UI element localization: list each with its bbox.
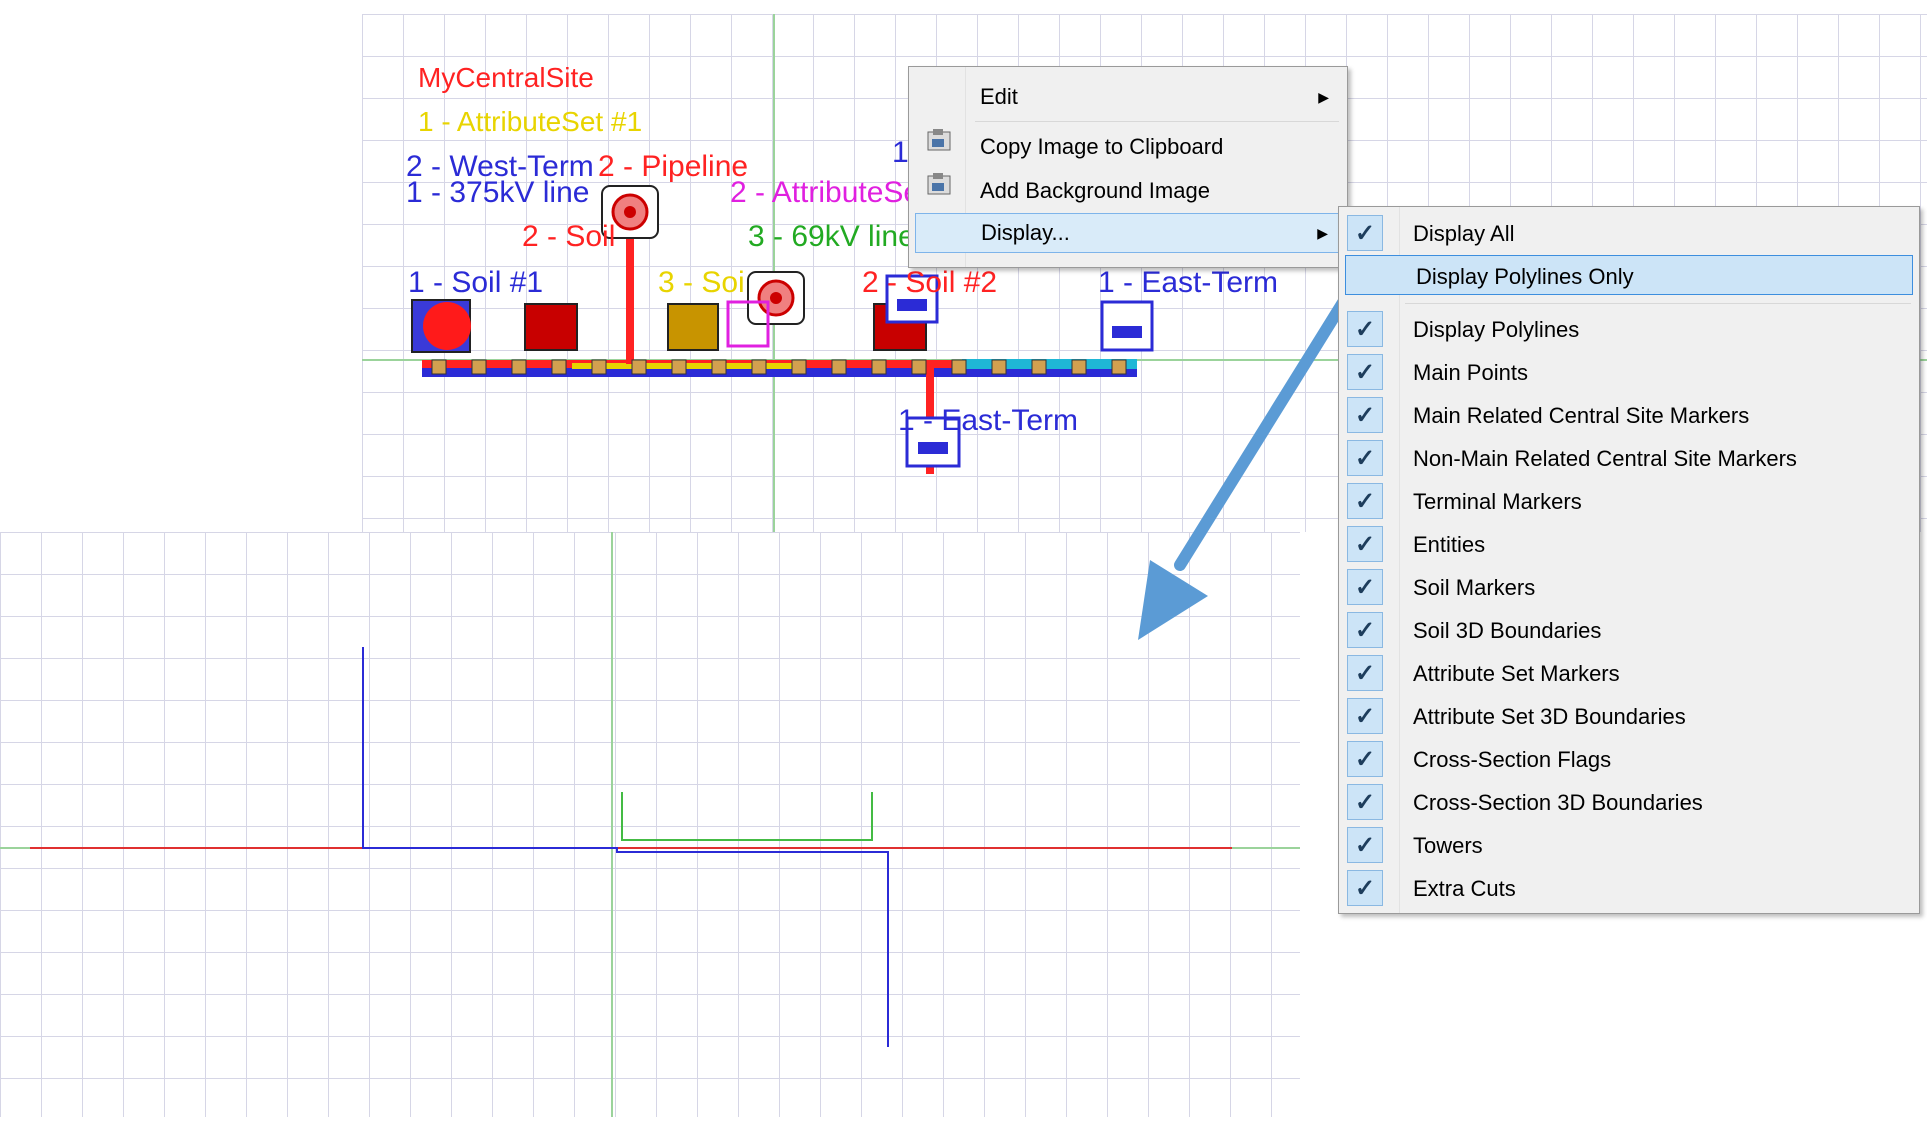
submenu-item-cross-section-flags[interactable]: ✓ Cross-Section Flags [1343, 739, 1915, 779]
soil-marker [667, 303, 719, 351]
submenu-item-attribute-set-3d-boundaries[interactable]: ✓ Attribute Set 3D Boundaries [1343, 696, 1915, 736]
checkmark-icon: ✓ [1347, 440, 1383, 476]
soil-2-label: 2 - Soil [522, 220, 616, 253]
east-term-label-2: 1 - East-Term [898, 404, 1079, 437]
checkmark-icon: ✓ [1347, 526, 1383, 562]
submenu-item-display-polylines-only[interactable]: Display Polylines Only [1345, 255, 1913, 295]
polylines-only-drawing [0, 532, 1300, 1117]
clipboard-icon [927, 129, 951, 151]
submenu-item-soil-3d-boundaries[interactable]: ✓ Soil 3D Boundaries [1343, 610, 1915, 650]
checkmark-icon: ✓ [1347, 612, 1383, 648]
menu-item-add-background-image[interactable]: Add Background Image [915, 171, 1341, 211]
checkmark-icon: ✓ [1347, 784, 1383, 820]
submenu-item-main-related-markers[interactable]: ✓ Main Related Central Site Markers [1343, 395, 1915, 435]
attribute-set-2-label: 2 - AttributeSe [730, 176, 921, 209]
pipeline-label: 2 - Pipeline [598, 150, 749, 183]
submenu-item-display-polylines[interactable]: ✓ Display Polylines [1343, 309, 1915, 349]
submenu-item-non-main-related-markers[interactable]: ✓ Non-Main Related Central Site Markers [1343, 438, 1915, 478]
soil-2b-label: 2 - Soil #2 [862, 266, 998, 299]
east-term-label: 1 - East-Term [1098, 266, 1279, 299]
menu-item-display[interactable]: Display... ▶ [915, 213, 1341, 253]
submenu-item-terminal-markers[interactable]: ✓ Terminal Markers [1343, 481, 1915, 521]
submenu-item-entities[interactable]: ✓ Entities [1343, 524, 1915, 564]
checkmark-icon: ✓ [1347, 741, 1383, 777]
site-label: MyCentralSite [418, 62, 594, 93]
submenu-item-cross-section-3d-boundaries[interactable]: ✓ Cross-Section 3D Boundaries [1343, 782, 1915, 822]
line-number-label: 1 [892, 136, 909, 169]
line-375kv-label: 1 - 375kV line [406, 176, 590, 209]
menu-item-copy-image[interactable]: Copy Image to Clipboard [915, 127, 1341, 167]
checkmark-icon: ✓ [1347, 397, 1383, 433]
checkmark-icon: ✓ [1347, 311, 1383, 347]
submenu-item-extra-cuts[interactable]: ✓ Extra Cuts [1343, 868, 1915, 908]
checkmark-icon: ✓ [1347, 698, 1383, 734]
soil-marker [524, 303, 578, 351]
submenu-item-attribute-set-markers[interactable]: ✓ Attribute Set Markers [1343, 653, 1915, 693]
checkmark-icon: ✓ [1347, 215, 1383, 251]
soil-1-label: 1 - Soil #1 [408, 266, 544, 299]
menu-item-edit[interactable]: Edit ▶ [915, 77, 1341, 117]
checkmark-icon: ✓ [1347, 354, 1383, 390]
submenu-arrow-icon: ▶ [1318, 88, 1329, 105]
submenu-arrow-icon: ▶ [1317, 224, 1328, 241]
submenu-item-soil-markers[interactable]: ✓ Soil Markers [1343, 567, 1915, 607]
attribute-set-label: 1 - AttributeSet #1 [418, 106, 643, 137]
image-icon [927, 173, 951, 195]
submenu-item-display-all[interactable]: ✓ Display All [1343, 213, 1915, 253]
submenu-item-towers[interactable]: ✓ Towers [1343, 825, 1915, 865]
checkmark-icon: ✓ [1347, 483, 1383, 519]
soil-3-label: 3 - Soi [658, 266, 745, 299]
checkmark-icon: ✓ [1347, 827, 1383, 863]
line-69kv-label: 3 - 69kV line [748, 220, 915, 253]
checkmark-icon: ✓ [1347, 870, 1383, 906]
submenu-item-main-points[interactable]: ✓ Main Points [1343, 352, 1915, 392]
checkmark-icon: ✓ [1347, 655, 1383, 691]
display-submenu: ✓ Display All Display Polylines Only ✓ D… [1338, 206, 1920, 914]
bottom-canvas[interactable] [0, 532, 1300, 1117]
context-menu: Edit ▶ Copy Image to Clipboard Add Backg… [908, 66, 1348, 268]
checkmark-icon: ✓ [1347, 569, 1383, 605]
